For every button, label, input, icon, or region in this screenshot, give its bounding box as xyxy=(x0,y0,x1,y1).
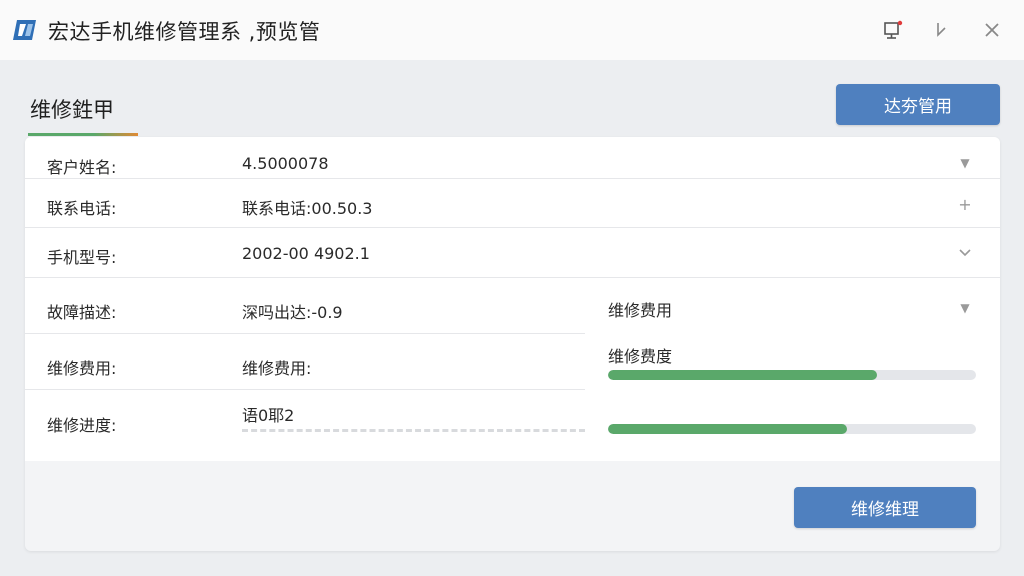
divider xyxy=(25,333,585,334)
repair-form-card: 客户姓名: 4.5000078 ▼ 联系电话: 联系电话:00.50.3 + 手… xyxy=(25,137,1000,551)
close-icon xyxy=(985,23,999,37)
close-button[interactable] xyxy=(976,14,1008,46)
divider xyxy=(25,178,1000,179)
cost-progress-bar xyxy=(608,370,976,380)
minimize-button[interactable] xyxy=(926,14,958,46)
phone-field[interactable]: 联系电话:00.50.3 xyxy=(242,195,372,219)
cost-progress-fill xyxy=(608,370,877,380)
fault-description-label: 故障描述: xyxy=(47,303,117,322)
app-logo-icon xyxy=(13,20,36,40)
repair-progress-field[interactable]: 语0耶2 xyxy=(242,402,294,426)
repair-cost-label: 维修费用: xyxy=(47,359,117,378)
repair-progress-bar xyxy=(608,424,976,434)
customer-name-field[interactable]: 4.5000078 xyxy=(242,154,329,173)
repair-progress-label: 维修进度: xyxy=(47,416,117,435)
phone-label: 联系电话: xyxy=(47,199,117,218)
dashed-input-underline xyxy=(242,429,585,432)
repair-progress-fill xyxy=(608,424,848,434)
submit-repair-button[interactable]: 维修维理 xyxy=(794,487,976,528)
progress-label: 维修费度 xyxy=(608,347,673,366)
minimize-icon xyxy=(937,23,946,37)
top-action-button[interactable]: 达夯管用 xyxy=(836,84,1000,125)
page-title: 维修鉎甲 xyxy=(30,98,114,122)
customer-name-dropdown-icon[interactable]: ▼ xyxy=(955,153,975,173)
divider xyxy=(25,227,1000,228)
repair-cost-field[interactable]: 维修费用: xyxy=(242,355,311,379)
divider xyxy=(25,277,1000,278)
phone-model-label: 手机型号: xyxy=(47,248,117,267)
title-bar: 宏达手机维修管理系 ,预览管 xyxy=(0,0,1024,60)
repair-cost-select[interactable]: 维修费用 xyxy=(608,297,672,321)
form-panel: 客户姓名: 4.5000078 ▼ 联系电话: 联系电话:00.50.3 + 手… xyxy=(25,137,1000,461)
divider xyxy=(25,389,585,390)
pin-window-icon xyxy=(884,20,903,39)
page-title-underline xyxy=(28,133,138,136)
phone-add-icon[interactable]: + xyxy=(955,194,975,214)
window-title: 宏达手机维修管理系 ,预览管 xyxy=(48,20,321,44)
phone-model-field[interactable]: 2002-00 4902.1 xyxy=(242,244,370,263)
main-area: 维修鉎甲 达夯管用 客户姓名: 4.5000078 ▼ 联系电话: 联系电话:0… xyxy=(0,60,1024,576)
repair-cost-dropdown-icon[interactable]: ▼ xyxy=(955,298,975,318)
phone-model-chevron-down-icon[interactable] xyxy=(955,243,975,263)
pin-window-button[interactable] xyxy=(876,14,908,46)
customer-name-label: 客户姓名: xyxy=(47,158,117,177)
fault-description-field[interactable]: 深吗出达:-0.9 xyxy=(242,299,343,323)
